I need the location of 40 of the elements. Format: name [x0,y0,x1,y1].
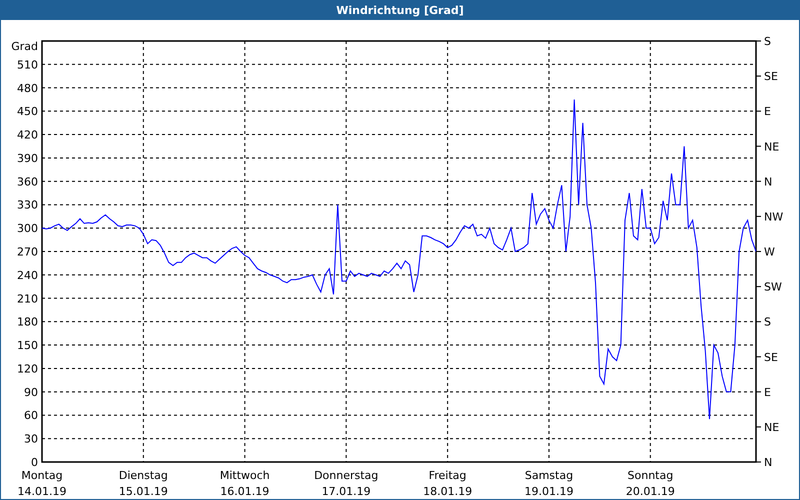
y-tick-label: 0 [31,456,38,469]
y-tick-label: 180 [17,316,38,329]
x-tick-label: Samstag 19.01.19 [524,469,574,498]
compass-direction-label: S [764,316,771,329]
compass-direction-label: SE [764,350,778,364]
y-tick-label: 420 [17,128,38,142]
window-title: Windrichtung [Grad] [336,4,464,16]
y-tick-label: 360 [17,175,38,188]
y-tick-label: 300 [17,222,38,236]
y-tick-label: 510 [17,58,38,72]
compass-direction-label: E [764,105,771,118]
compass-direction-label: SE [764,70,778,84]
x-tick-label: Freitag 18.01.19 [423,469,472,498]
compass-direction-label: W [764,246,775,258]
y-tick-label: 330 [17,198,38,212]
x-tick-label: Mittwoch 16.01.19 [220,469,270,498]
x-tick-label: Dienstag 15.01.19 [118,469,168,498]
compass-direction-label: N [764,456,772,469]
compass-direction-label: NE [764,140,780,154]
compass-direction-label: E [764,386,771,399]
y-tick-label: 210 [17,292,38,306]
x-tick-label: Donnerstag 17.01.19 [314,469,378,498]
x-tick-label: Sonntag 20.01.19 [626,469,675,498]
x-tick-label: Montag 14.01.19 [18,469,66,498]
compass-direction-label: NE [764,420,780,434]
y-tick-label: 90 [24,386,38,399]
y-tick-label: 240 [17,268,38,282]
y-tick-label: 480 [17,82,38,95]
y-tick-label: 390 [17,152,38,165]
y-tick-label: 120 [17,362,38,376]
compass-direction-label: S [764,35,771,48]
compass-direction-label: NW [764,210,784,224]
y-tick-label: 30 [24,432,38,446]
y-tick-label: 450 [17,105,38,118]
y-axis-title: Grad [11,40,38,53]
y-tick-label: 150 [17,339,38,352]
compass-direction-label: N [764,175,772,188]
y-tick-label: 60 [24,409,38,422]
compass-direction-label: SW [764,280,782,294]
y-tick-label: 270 [17,246,38,258]
